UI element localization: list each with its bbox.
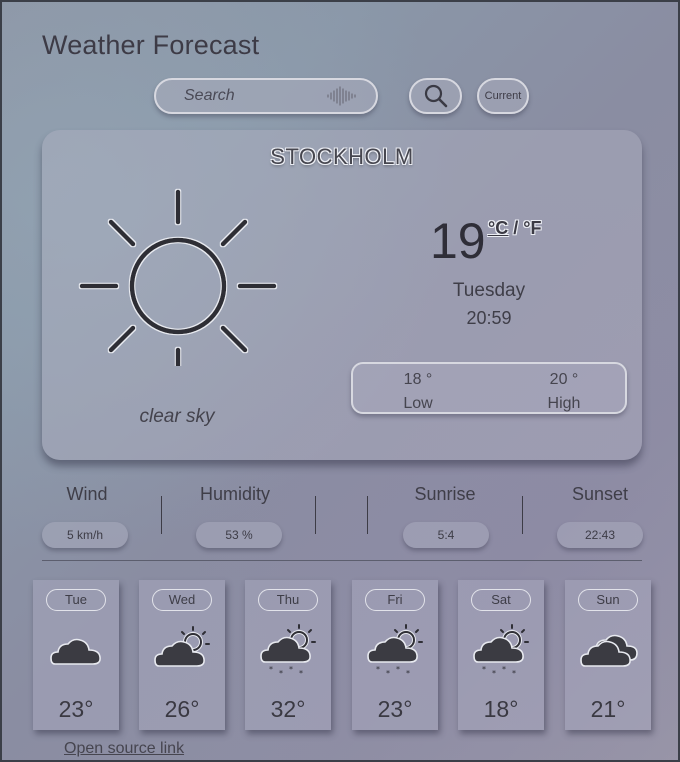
- snow-sun-icon: * * * *: [367, 624, 423, 678]
- stat-wind: Wind 5 km/h: [42, 484, 132, 548]
- current-temperature: 19: [430, 213, 486, 269]
- low-temp: 18 ° Low: [373, 368, 463, 416]
- high-temp-value: 20 °: [549, 371, 579, 388]
- city-name: STOCKHOLM: [270, 144, 414, 169]
- high-temp: 20 ° High: [519, 368, 609, 416]
- sun-icon: [79, 189, 277, 366]
- snow-sun-icon: * * * *: [473, 624, 529, 678]
- fahrenheit-toggle[interactable]: °F: [523, 218, 541, 238]
- cloud-icon: [50, 638, 101, 665]
- svg-text:*: *: [512, 669, 516, 678]
- stat-label: Sunset: [571, 484, 629, 504]
- stat-value: 53 %: [196, 522, 282, 548]
- divider: [522, 496, 523, 534]
- svg-text:*: *: [396, 665, 400, 674]
- forecast-temp: 23°: [377, 696, 413, 722]
- svg-text:*: *: [492, 669, 496, 678]
- svg-text:*: *: [406, 669, 410, 678]
- forecast-temp: 18°: [483, 696, 519, 722]
- divider-line: [42, 560, 642, 561]
- svg-text:*: *: [386, 669, 390, 678]
- celsius-toggle[interactable]: °C: [488, 218, 508, 238]
- low-high-panel: 18 ° Low 20 ° High: [351, 362, 627, 414]
- forecast-card-thu[interactable]: Thu * * * * 32°: [245, 580, 331, 730]
- stat-label: Sunrise: [414, 484, 476, 504]
- forecast-card-tue[interactable]: Tue 23°: [33, 580, 119, 730]
- forecast-temp: 23°: [58, 696, 94, 722]
- high-temp-label: High: [547, 395, 581, 412]
- forecast-day: Sat: [471, 589, 531, 611]
- stat-value: 5:4: [403, 522, 489, 548]
- forecast-day: Sun: [578, 589, 638, 611]
- snow-sun-icon: * * * *: [260, 624, 316, 678]
- stat-value: 22:43: [557, 522, 643, 548]
- forecast-temp: 21°: [590, 696, 626, 722]
- search-button[interactable]: [409, 78, 462, 114]
- divider: [367, 496, 368, 534]
- stat-label: Wind: [66, 484, 108, 504]
- current-location-button[interactable]: Current: [477, 78, 529, 114]
- stat-label: Humidity: [199, 484, 270, 504]
- low-temp-label: Low: [403, 395, 433, 412]
- svg-text:*: *: [279, 669, 283, 678]
- search-input[interactable]: [184, 86, 324, 106]
- current-weather-card: STOCKHOLM clear sky 19 °C / °F Tuesday 2…: [42, 130, 642, 460]
- divider: [161, 496, 162, 534]
- weather-description: clear sky: [139, 406, 215, 427]
- partly-cloudy-icon: [154, 626, 210, 667]
- divider: [315, 496, 316, 534]
- forecast-card-sat[interactable]: Sat * * * * 18°: [458, 580, 544, 730]
- search-box[interactable]: [154, 78, 378, 114]
- forecast-card-wed[interactable]: Wed 26°: [139, 580, 225, 730]
- stat-sunset: Sunset 22:43: [555, 484, 645, 548]
- svg-text:*: *: [502, 665, 506, 674]
- forecast-day: Thu: [258, 589, 318, 611]
- svg-text:*: *: [269, 665, 273, 674]
- double-cloud-icon: [580, 634, 638, 667]
- forecast-day: Fri: [365, 589, 425, 611]
- search-icon: [424, 84, 447, 108]
- forecast-day: Wed: [152, 589, 212, 611]
- app-frame: Weather Forecast Current STOCKHOLM: [0, 0, 680, 762]
- voice-wave-icon[interactable]: [326, 86, 358, 106]
- svg-text:*: *: [376, 665, 380, 674]
- current-day: Tuesday: [452, 280, 526, 301]
- current-time: 20:59: [466, 308, 512, 328]
- app-title: Weather Forecast: [42, 30, 260, 60]
- forecast-card-fri[interactable]: Fri * * * * 23°: [352, 580, 438, 730]
- unit-separator: /: [513, 218, 519, 238]
- forecast-card-sun[interactable]: Sun 21°: [565, 580, 651, 730]
- forecast-temp: 32°: [270, 696, 306, 722]
- stat-value: 5 km/h: [42, 522, 128, 548]
- unit-toggle[interactable]: °C / °F: [488, 218, 541, 239]
- low-temp-value: 18 °: [403, 371, 433, 388]
- svg-text:*: *: [482, 665, 486, 674]
- forecast-day: Tue: [46, 589, 106, 611]
- stat-humidity: Humidity 53 %: [190, 484, 282, 548]
- svg-text:*: *: [299, 669, 303, 678]
- svg-text:*: *: [289, 665, 293, 674]
- forecast-temp: 26°: [164, 696, 200, 722]
- stat-sunrise: Sunrise 5:4: [400, 484, 490, 548]
- stats-row: Wind 5 km/h Humidity 53 % Sunrise 5:4 Su…: [42, 484, 645, 552]
- open-source-link[interactable]: Open source link: [64, 740, 184, 758]
